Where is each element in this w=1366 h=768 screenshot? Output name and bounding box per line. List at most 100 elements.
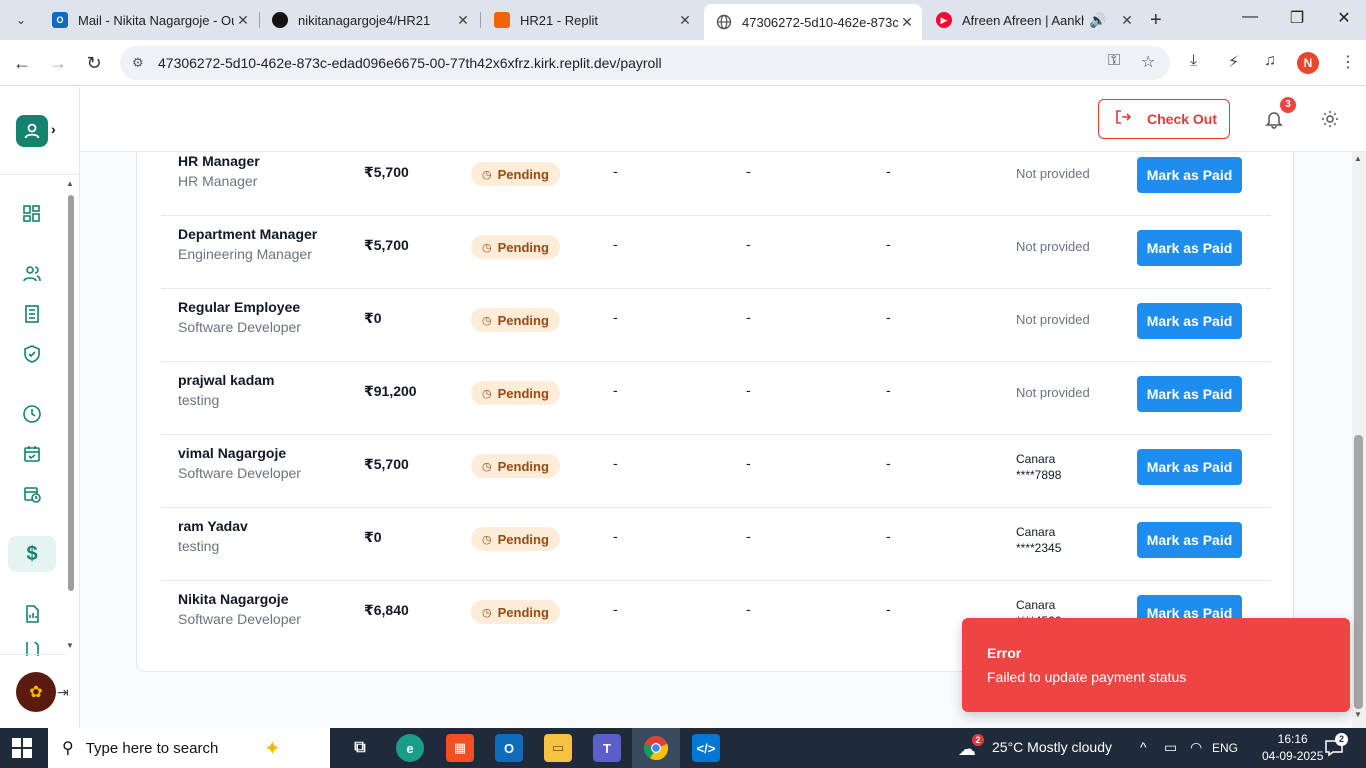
reload-icon[interactable]: ↻: [82, 51, 106, 75]
search-highlight-icon[interactable]: ✦: [264, 736, 281, 761]
microsoft-store-icon[interactable]: ▦: [446, 734, 474, 762]
task-view-icon[interactable]: ⧉: [346, 734, 374, 762]
password-key-icon[interactable]: ⚿: [1108, 52, 1120, 70]
payroll-table-card: HR Manager HR Manager ₹5,700 ◷ Pending - …: [136, 152, 1294, 672]
browser-tab-github[interactable]: nikitanagargoje4/HR21 ✕: [260, 5, 478, 35]
network-icon[interactable]: ▭: [1164, 739, 1177, 756]
browser-tab-youtube-music[interactable]: ▶ Afreen Afreen | Aankhe I 🔊 ✕: [924, 5, 1142, 35]
employee-name: prajwal kadam: [178, 372, 275, 388]
calendar-check-icon[interactable]: [20, 442, 44, 466]
salary-amount: ₹5,700: [364, 164, 409, 180]
show-hidden-icons-chevron-icon[interactable]: ^: [1140, 739, 1147, 755]
bookmark-star-icon[interactable]: ☆: [1141, 52, 1155, 72]
close-tab-icon[interactable]: ✕: [676, 12, 694, 29]
edge-browser-icon[interactable]: e: [396, 734, 424, 762]
wifi-icon[interactable]: ◠: [1190, 739, 1202, 756]
mark-as-paid-button[interactable]: Mark as Paid: [1137, 522, 1242, 558]
bank-account: ****2345: [1016, 541, 1062, 555]
page-scroll-thumb[interactable]: [1354, 435, 1363, 709]
url-text[interactable]: 47306272-5d10-462e-873c-edad096e6675-00-…: [158, 55, 662, 71]
chrome-icon[interactable]: [642, 734, 670, 762]
error-toast[interactable]: Error Failed to update payment status: [962, 618, 1350, 712]
browser-tab-mail[interactable]: O Mail - Nikita Nagargoje - Ou ✕: [40, 5, 258, 35]
outlook-taskbar-icon[interactable]: O: [495, 734, 523, 762]
settings-gear-icon[interactable]: [1320, 109, 1340, 129]
empty-cell: -: [746, 601, 751, 617]
close-tab-icon[interactable]: ✕: [1118, 12, 1136, 29]
mark-as-paid-button[interactable]: Mark as Paid: [1137, 303, 1242, 339]
taskbar-clock[interactable]: 16:16 04-09-2025: [1262, 731, 1323, 765]
dollar-payroll-icon[interactable]: $: [20, 542, 44, 566]
empty-cell: -: [886, 236, 891, 252]
vscode-icon[interactable]: </>: [692, 734, 720, 762]
file-explorer-icon[interactable]: ▭: [544, 734, 572, 762]
user-logo-icon[interactable]: [16, 115, 48, 147]
download-icon[interactable]: ⤓: [1190, 52, 1197, 70]
minimize-window-button[interactable]: —: [1238, 8, 1262, 26]
performance-icon[interactable]: ⚡: [1228, 52, 1239, 72]
taskbar-search-box[interactable]: ⚲ Type here to search ✦: [48, 728, 330, 768]
bank-details: Not provided: [1016, 166, 1090, 181]
sidebar-scroll-thumb[interactable]: [68, 195, 74, 591]
profile-avatar[interactable]: N: [1297, 52, 1319, 74]
empty-cell: -: [886, 163, 891, 179]
scroll-up-arrow-icon[interactable]: ▲: [1354, 154, 1362, 163]
language-indicator[interactable]: ENG: [1212, 741, 1238, 755]
table-row: Department Manager Engineering Manager ₹…: [161, 216, 1271, 289]
building-icon[interactable]: [20, 302, 44, 326]
table-row: prajwal kadam testing ₹91,200 ◷ Pending -…: [161, 362, 1271, 435]
teams-icon[interactable]: T: [593, 734, 621, 762]
salary-amount: ₹91,200: [364, 383, 417, 399]
back-arrow-icon[interactable]: ←: [10, 51, 34, 75]
bank-details: Not provided: [1016, 385, 1090, 400]
report-document-icon[interactable]: [20, 602, 44, 626]
empty-cell: -: [746, 382, 751, 398]
close-window-button[interactable]: ✕: [1332, 8, 1356, 28]
mark-as-paid-button[interactable]: Mark as Paid: [1137, 449, 1242, 485]
url-omnibox[interactable]: ⚙ 47306272-5d10-462e-873c-edad096e6675-0…: [120, 46, 1170, 80]
toast-title: Error: [987, 645, 1022, 661]
media-control-icon[interactable]: ♫: [1264, 52, 1276, 70]
clock-icon: ◷: [482, 241, 492, 254]
tab-audio-icon[interactable]: 🔊: [1084, 12, 1112, 29]
mark-as-paid-button[interactable]: Mark as Paid: [1137, 230, 1242, 266]
empty-cell: -: [746, 163, 751, 179]
browser-menu-icon[interactable]: ⋮: [1340, 52, 1356, 72]
employee-role: Engineering Manager: [178, 246, 312, 262]
check-out-button[interactable]: Check Out: [1098, 99, 1230, 139]
scroll-down-arrow-icon[interactable]: ▼: [66, 641, 74, 650]
clock-icon[interactable]: [20, 402, 44, 426]
browser-tab-replit[interactable]: HR21 - Replit ✕: [482, 5, 700, 35]
close-tab-icon[interactable]: ✕: [898, 14, 916, 31]
table-row: HR Manager HR Manager ₹5,700 ◷ Pending - …: [161, 152, 1271, 216]
scroll-down-arrow-icon[interactable]: ▼: [1354, 710, 1362, 719]
company-logo-avatar[interactable]: ✿: [16, 672, 56, 712]
calendar-clock-icon[interactable]: [20, 482, 44, 506]
site-settings-icon[interactable]: ⚙: [132, 55, 148, 71]
scroll-up-arrow-icon[interactable]: ▲: [66, 179, 74, 188]
weather-text[interactable]: 25°C Mostly cloudy: [992, 739, 1112, 755]
toast-message: Failed to update payment status: [987, 669, 1187, 685]
windows-start-icon[interactable]: [12, 738, 32, 758]
restore-window-button[interactable]: ❐: [1285, 8, 1309, 28]
bell-icon[interactable]: [1264, 109, 1284, 129]
tab-search-dropdown-icon[interactable]: ⌄: [10, 9, 32, 31]
status-badge: ◷ Pending: [471, 308, 560, 332]
empty-cell: -: [613, 236, 618, 252]
browser-tab-payroll-active[interactable]: 47306272-5d10-462e-873c- ✕: [704, 4, 922, 40]
forward-arrow-icon[interactable]: →: [46, 51, 70, 75]
app-sidebar: › $ ▲ ▼ ✿ ⇥: [0, 87, 80, 728]
employee-name: ram Yadav: [178, 518, 248, 534]
new-tab-button[interactable]: +: [1150, 9, 1162, 32]
dashboard-icon[interactable]: [20, 202, 44, 226]
shield-check-icon[interactable]: [20, 342, 44, 366]
clock-date: 04-09-2025: [1262, 749, 1324, 763]
mark-as-paid-button[interactable]: Mark as Paid: [1137, 157, 1242, 193]
logout-icon[interactable]: ⇥: [57, 684, 69, 701]
empty-cell: -: [886, 601, 891, 617]
close-tab-icon[interactable]: ✕: [454, 12, 472, 29]
expand-sidebar-chevron-icon[interactable]: ›: [51, 121, 56, 137]
mark-as-paid-button[interactable]: Mark as Paid: [1137, 376, 1242, 412]
users-icon[interactable]: [20, 262, 44, 286]
close-tab-icon[interactable]: ✕: [234, 12, 252, 29]
